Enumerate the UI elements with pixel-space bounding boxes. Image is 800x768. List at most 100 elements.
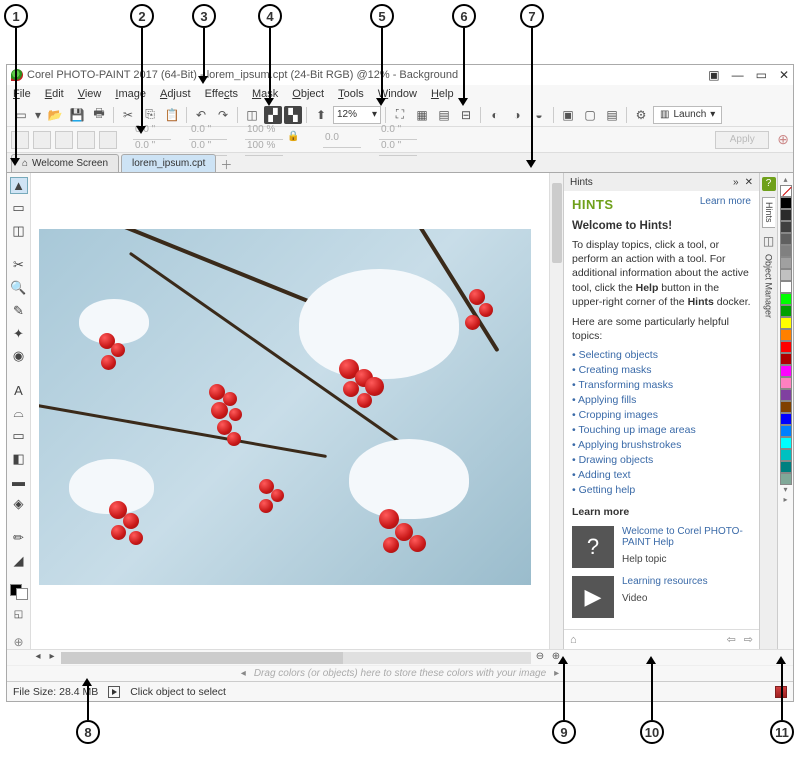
mask-button[interactable]: ◐: [485, 105, 505, 125]
menu-help[interactable]: Help: [431, 88, 454, 100]
topic-link[interactable]: Transforming masks: [572, 379, 751, 391]
swatch[interactable]: [780, 197, 792, 209]
swatch[interactable]: [780, 413, 792, 425]
lock-ratio[interactable]: 🔒: [287, 131, 305, 149]
nav-next-icon[interactable]: ▸: [45, 651, 59, 665]
open-button[interactable]: 📂: [45, 105, 65, 125]
nav-prev-icon[interactable]: ◂: [31, 651, 45, 665]
save-button[interactable]: 💾: [67, 105, 87, 125]
menu-view[interactable]: View: [78, 88, 102, 100]
guides-button[interactable]: ⊟: [456, 105, 476, 125]
mask-rect-tool[interactable]: ▭: [10, 200, 28, 217]
menu-adjust[interactable]: Adjust: [160, 88, 191, 100]
resource-help[interactable]: ? Welcome to Corel PHOTO-PAINT HelpHelp …: [572, 526, 751, 568]
fullscreen-button[interactable]: ⛶: [390, 105, 410, 125]
swatch[interactable]: [780, 281, 792, 293]
swatch[interactable]: [780, 341, 792, 353]
print-button[interactable]: 🖶: [89, 105, 109, 125]
topic-link[interactable]: Touching up image areas: [572, 424, 751, 436]
swatch[interactable]: [780, 233, 792, 245]
toolbox-expand-icon[interactable]: ⊕: [13, 635, 23, 649]
fill-tool[interactable]: ◢: [10, 553, 28, 570]
clone-tool[interactable]: ✦: [10, 325, 28, 342]
swatch[interactable]: [780, 365, 792, 377]
pos-mode-1[interactable]: [11, 131, 29, 149]
swatch[interactable]: [780, 449, 792, 461]
docker-collapse-icon[interactable]: »: [733, 177, 739, 188]
swatch[interactable]: [780, 245, 792, 257]
new-button[interactable]: ▭: [11, 105, 31, 125]
swatch[interactable]: [780, 221, 792, 233]
launch-dropdown[interactable]: ▥ Launch ▾: [653, 106, 722, 124]
document-canvas[interactable]: [39, 229, 531, 585]
menu-effects[interactable]: Effects: [205, 88, 238, 100]
eyedropper-tool[interactable]: ✎: [10, 302, 28, 319]
close-icon[interactable]: ✕: [779, 68, 789, 82]
topic-link[interactable]: Cropping images: [572, 409, 751, 421]
apply-button[interactable]: Apply: [715, 131, 769, 149]
objmgr-tab-icon[interactable]: ◫: [762, 234, 776, 248]
swatch[interactable]: [780, 401, 792, 413]
background-swatch[interactable]: [16, 588, 28, 600]
rot-field[interactable]: 0.0: [323, 132, 361, 148]
options-button[interactable]: ⚙: [631, 105, 651, 125]
eraser-tool[interactable]: ◧: [10, 450, 28, 467]
sy-field[interactable]: 100 %: [245, 140, 283, 156]
topic-link[interactable]: Getting help: [572, 484, 751, 496]
zoom-tool[interactable]: 🔍: [10, 280, 28, 297]
toolbar-expand-icon[interactable]: ⊕: [777, 131, 789, 148]
topic-link[interactable]: Selecting objects: [572, 349, 751, 361]
zoomout-icon[interactable]: ⊖: [533, 651, 547, 665]
dropshadow-tool[interactable]: ▬: [10, 473, 28, 490]
swatch[interactable]: [780, 377, 792, 389]
export-button[interactable]: ▚: [284, 106, 302, 124]
touchup-tool[interactable]: ⌓: [10, 405, 28, 422]
opt2-button[interactable]: ▢: [580, 105, 600, 125]
color-dropzone[interactable]: ◂ Drag colors (or objects) here to store…: [7, 665, 793, 681]
copy-button[interactable]: ⎘: [140, 105, 160, 125]
opt3-button[interactable]: ▤: [602, 105, 622, 125]
transparency-tool[interactable]: ◈: [10, 496, 28, 513]
docker-fwd-icon[interactable]: ⇨: [744, 633, 753, 646]
play-icon[interactable]: [108, 686, 120, 698]
swatch[interactable]: [780, 269, 792, 281]
topic-link[interactable]: Adding text: [572, 469, 751, 481]
grid-button[interactable]: ▤: [434, 105, 454, 125]
new-tab-button[interactable]: ＋: [218, 156, 234, 172]
swatch[interactable]: [780, 425, 792, 437]
opt1-button[interactable]: ▣: [558, 105, 578, 125]
tx-field[interactable]: 0.0 ": [379, 124, 417, 140]
topic-link[interactable]: Applying fills: [572, 394, 751, 406]
new-dropdown[interactable]: ▾: [33, 105, 43, 125]
menu-edit[interactable]: Edit: [45, 88, 64, 100]
topic-link[interactable]: Creating masks: [572, 364, 751, 376]
color-swatches[interactable]: [10, 584, 28, 601]
swatch[interactable]: [780, 209, 792, 221]
paste-button[interactable]: 📋: [162, 105, 182, 125]
swatch[interactable]: [780, 293, 792, 305]
swatch[interactable]: [780, 473, 792, 485]
redo-button[interactable]: ↷: [213, 105, 233, 125]
docker-home-icon[interactable]: ⌂: [570, 634, 577, 646]
swatch[interactable]: [780, 353, 792, 365]
child-maximize-icon[interactable]: ▣: [708, 68, 719, 82]
menubar[interactable]: File Edit View Image Adjust Effects Mask…: [7, 85, 793, 103]
pos-mode-3[interactable]: [55, 131, 73, 149]
resource-video[interactable]: ▶ Learning resourcesVideo: [572, 576, 751, 618]
mask-transform-tool[interactable]: ◫: [10, 223, 28, 240]
w-field[interactable]: 0.0 ": [189, 124, 227, 140]
hints-tab[interactable]: Hints: [762, 197, 775, 228]
menu-object[interactable]: Object: [292, 88, 324, 100]
docker-close-icon[interactable]: ✕: [745, 177, 753, 188]
redeye-tool[interactable]: ◉: [10, 348, 28, 365]
palette-up-icon[interactable]: ▴: [783, 175, 787, 185]
sx-field[interactable]: 100 %: [245, 124, 283, 140]
pick-tool[interactable]: ▲: [10, 177, 28, 194]
pos-mode-2[interactable]: [33, 131, 51, 149]
crop-tool[interactable]: ✂: [10, 257, 28, 274]
swatch[interactable]: [780, 329, 792, 341]
palette-down-icon[interactable]: ▾: [783, 485, 787, 495]
learn-more-link[interactable]: Learn more: [700, 197, 751, 212]
swatch[interactable]: [780, 257, 792, 269]
canvas-hscroll[interactable]: [61, 652, 531, 664]
